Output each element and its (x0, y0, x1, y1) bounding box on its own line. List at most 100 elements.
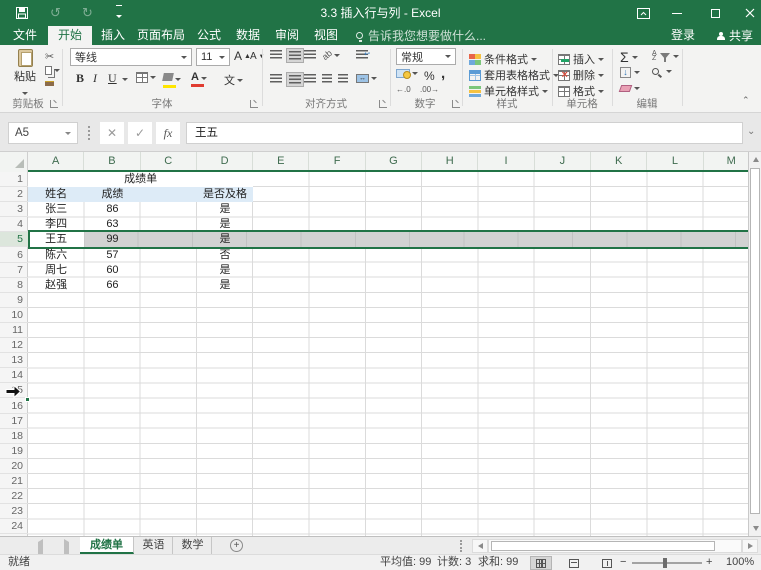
number-format-select[interactable]: 常规 (396, 48, 456, 65)
insert-cells-button[interactable]: 插入 (558, 51, 604, 67)
underline-button[interactable]: U (108, 71, 117, 86)
tab-page-layout[interactable]: 页面布局 (134, 26, 188, 45)
alignment-dialog-launcher[interactable] (379, 100, 387, 108)
format-painter-button[interactable] (45, 81, 54, 86)
clipboard-dialog-launcher[interactable] (50, 100, 58, 108)
fill-handle[interactable] (25, 397, 30, 402)
column-header-K[interactable]: K (591, 152, 647, 170)
grid-cell-A6[interactable]: 陈六 (28, 248, 84, 263)
zoom-in-button[interactable]: + (706, 555, 712, 570)
row-header-9[interactable]: 9 (0, 293, 28, 308)
row-header-12[interactable]: 12 (0, 338, 28, 353)
autosum-button[interactable]: Σ (620, 49, 638, 65)
row-header-24[interactable]: 24 (0, 519, 28, 534)
align-top-button[interactable] (270, 50, 282, 59)
column-header-J[interactable]: J (535, 152, 591, 170)
grid-cell-B5[interactable]: 99 (84, 232, 140, 247)
merge-center-button[interactable]: ↔ (356, 74, 377, 83)
format-as-table-button[interactable]: 套用表格格式 (469, 67, 559, 83)
grid-cell-A4[interactable]: 李四 (28, 217, 84, 232)
cancel-icon[interactable]: ✕ (100, 122, 124, 144)
row-header-11[interactable]: 11 (0, 323, 28, 338)
row-header-19[interactable]: 19 (0, 444, 28, 459)
font-name-select[interactable]: 等线 (70, 48, 192, 66)
page-break-view-button[interactable] (596, 556, 618, 570)
tab-formulas[interactable]: 公式 (194, 26, 224, 45)
percent-format-button[interactable]: % (424, 69, 435, 83)
row-header-23[interactable]: 23 (0, 504, 28, 519)
sheet-tab-math[interactable]: 数学 (174, 537, 212, 554)
column-header-L[interactable]: L (647, 152, 703, 170)
row-header-10[interactable]: 10 (0, 308, 28, 323)
fill-color-button[interactable] (163, 70, 181, 88)
ribbon-display-options-icon[interactable] (628, 0, 658, 26)
vertical-scrollbar[interactable] (748, 152, 761, 536)
grid-cell-A2[interactable]: 姓名 (28, 187, 84, 202)
align-right-button[interactable] (304, 74, 316, 83)
clear-button[interactable] (620, 85, 640, 92)
currency-format-button[interactable] (396, 69, 418, 78)
sort-filter-button[interactable]: AZ (652, 51, 679, 61)
find-select-button[interactable] (652, 68, 672, 75)
row-header-18[interactable]: 18 (0, 429, 28, 444)
wrap-text-button[interactable] (356, 50, 368, 59)
row-header-14[interactable]: 14 (0, 368, 28, 383)
grid-cell-A5[interactable]: 王五 (28, 232, 84, 247)
row-header-8[interactable]: 8 (0, 278, 28, 293)
insert-function-icon[interactable]: fx (156, 122, 180, 144)
hscroll-left-icon[interactable] (472, 539, 488, 553)
align-middle-button[interactable] (286, 48, 304, 63)
fill-button[interactable]: ↓ (620, 67, 640, 78)
cut-button[interactable]: ✂ (45, 50, 54, 63)
hscroll-right-icon[interactable] (742, 539, 758, 553)
tab-view[interactable]: 视图 (311, 26, 341, 45)
close-icon[interactable] (738, 0, 761, 26)
new-sheet-button[interactable]: + (230, 539, 243, 552)
tab-home[interactable]: 开始 (48, 26, 92, 45)
align-left-button[interactable] (270, 74, 282, 83)
column-header-I[interactable]: I (478, 152, 534, 170)
zoom-slider-thumb[interactable] (663, 558, 667, 568)
sign-in-button[interactable]: 登录 (671, 26, 695, 45)
formula-bar-grip[interactable] (88, 126, 90, 140)
row-header-20[interactable]: 20 (0, 459, 28, 474)
grid-cell-B7[interactable]: 60 (84, 263, 140, 278)
conditional-formatting-button[interactable]: 条件格式 (469, 51, 537, 67)
grid-cell-D2[interactable]: 是否及格 (197, 187, 253, 202)
collapse-ribbon-icon[interactable]: ⌃ (742, 95, 750, 106)
formula-input[interactable]: 王五 (186, 122, 743, 144)
tab-data[interactable]: 数据 (233, 26, 263, 45)
grid-cell-A8[interactable]: 赵强 (28, 278, 84, 293)
name-box[interactable]: A5 (8, 122, 78, 144)
share-button[interactable]: 共享 (717, 26, 753, 45)
select-all-corner[interactable] (0, 152, 28, 172)
zoom-slider-track[interactable] (632, 562, 702, 564)
row-header-4[interactable]: 4 (0, 217, 28, 232)
copy-button[interactable] (45, 66, 60, 75)
worksheet-grid[interactable]: ABCDEFGHIJKLM 12345678910111213141516171… (0, 152, 748, 536)
align-center-button[interactable] (286, 72, 304, 87)
phonetic-button[interactable]: 文 (224, 72, 243, 88)
tab-insert[interactable]: 插入 (98, 26, 128, 45)
horizontal-scrollbar[interactable] (488, 539, 742, 553)
row-header-3[interactable]: 3 (0, 202, 28, 217)
column-header-D[interactable]: D (197, 152, 253, 170)
number-dialog-launcher[interactable] (452, 100, 460, 108)
normal-view-button[interactable] (530, 556, 552, 570)
scroll-down-icon[interactable] (749, 521, 761, 536)
row-header-17[interactable]: 17 (0, 414, 28, 429)
page-layout-view-button[interactable] (563, 556, 585, 570)
grid-cell-B8[interactable]: 66 (84, 278, 140, 293)
decrease-indent-button[interactable] (322, 74, 332, 83)
maximize-icon[interactable] (700, 0, 730, 26)
column-header-E[interactable]: E (253, 152, 309, 170)
grid-cell-B2[interactable]: 成绩 (84, 187, 140, 202)
zoom-out-button[interactable]: − (620, 555, 626, 570)
grid-cell-D8[interactable]: 是 (197, 278, 253, 293)
merged-title-cell[interactable]: 成绩单 (28, 172, 253, 187)
orientation-button[interactable]: ab (322, 50, 340, 60)
column-header-C[interactable]: C (141, 152, 197, 170)
row-header-5[interactable]: 5 (0, 232, 28, 247)
tab-review[interactable]: 审阅 (272, 26, 302, 45)
underline-dropdown-icon[interactable] (122, 78, 128, 81)
